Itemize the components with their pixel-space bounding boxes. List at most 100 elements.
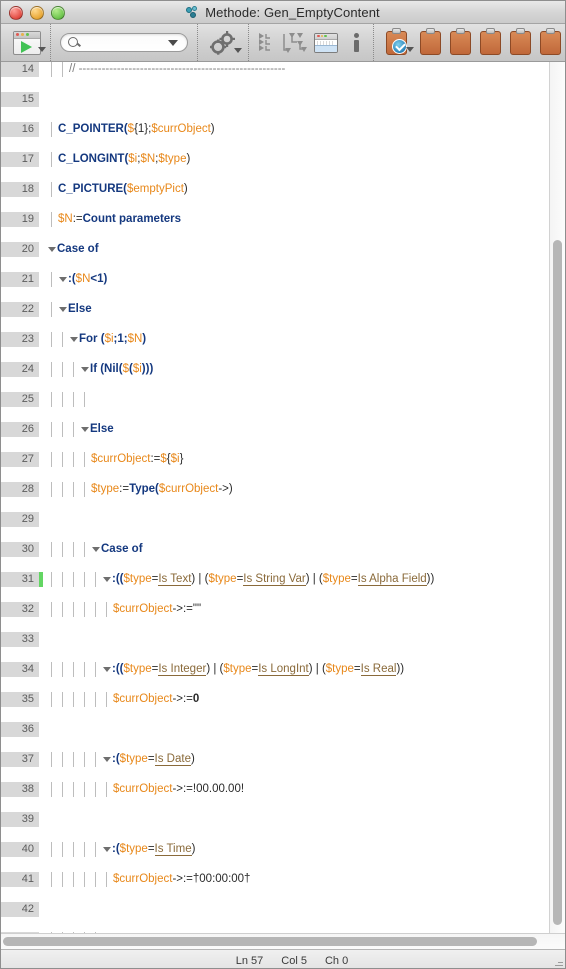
step-trace-button[interactable] [252, 32, 280, 54]
run-method-button[interactable] [7, 30, 47, 55]
code-line[interactable]: 16 C_POINTER(${1};$currObject) [1, 122, 565, 137]
code-line[interactable]: 31:(($type=Is Text) | ($type=Is String V… [1, 572, 565, 587]
code-line[interactable]: 14 // -----------------------------------… [1, 62, 565, 77]
code-line[interactable]: 32 $currObject->:="" [1, 602, 565, 617]
code-token: For ( [79, 333, 105, 345]
code-line[interactable]: 22 Else [1, 302, 565, 317]
code-line[interactable]: 15 [1, 92, 565, 107]
info-button[interactable] [342, 32, 370, 53]
code-line-text: $N:=Count parameters [58, 212, 181, 227]
line-number: 42 [1, 902, 39, 917]
line-change-marker [39, 542, 43, 557]
code-line-text: Case of [91, 542, 143, 557]
code-line-text: :($type=Is Date) [102, 752, 195, 767]
code-line[interactable]: 20 Case of [1, 242, 565, 257]
code-line[interactable]: 18 C_PICTURE($emptyPict) [1, 182, 565, 197]
fold-triangle-down-icon[interactable] [80, 422, 90, 437]
fold-triangle-down-icon[interactable] [102, 572, 112, 587]
indent-guide [73, 602, 74, 617]
code-token: $currObject [91, 453, 151, 465]
code-line[interactable]: 33 [1, 632, 565, 647]
indent-guide [62, 872, 63, 887]
code-line[interactable]: 38 $currObject->:=!00.00.00! [1, 782, 565, 797]
fold-triangle-down-icon[interactable] [80, 362, 90, 377]
code-token: {1}; [134, 123, 152, 135]
chevron-down-icon[interactable] [234, 47, 242, 53]
code-lines-container[interactable]: 14 // -----------------------------------… [1, 62, 565, 933]
form-window-button[interactable] [310, 32, 342, 53]
indent-guide [51, 272, 52, 287]
code-line[interactable]: 25 [1, 392, 565, 407]
code-line[interactable]: 29 [1, 512, 565, 527]
clipboard-4-button[interactable] [505, 27, 535, 55]
chevron-down-icon[interactable] [406, 46, 414, 52]
fold-triangle-down-icon[interactable] [102, 662, 112, 677]
horizontal-scrollbar-thumb[interactable] [3, 937, 537, 946]
code-line[interactable]: 40:($type=Is Time) [1, 842, 565, 857]
code-line[interactable]: 39 [1, 812, 565, 827]
fold-triangle-down-icon[interactable] [47, 242, 57, 257]
fold-triangle-down-icon[interactable] [91, 542, 101, 557]
line-change-marker [39, 122, 43, 137]
vertical-scrollbar-thumb[interactable] [553, 240, 562, 925]
line-number: 22 [1, 302, 39, 317]
clipboard-history-button[interactable] [377, 27, 415, 55]
clipboard-2-button[interactable] [445, 27, 475, 55]
search-field[interactable] [54, 33, 194, 52]
code-token: Type( [129, 483, 159, 495]
line-number: 19 [1, 212, 39, 227]
line-change-marker [39, 572, 43, 587]
fold-triangle-down-icon[interactable] [102, 752, 112, 767]
code-line[interactable]: 27 $currObject:=${$i} [1, 452, 565, 467]
resize-grip[interactable] [550, 957, 563, 968]
code-line-text: :(($type=Is Text) | ($type=Is String Var… [102, 572, 434, 587]
code-line[interactable]: 28 $type:=Type($currObject->) [1, 482, 565, 497]
window-list-icon [314, 32, 338, 53]
code-line[interactable]: 23 For ($i;1;$N) [1, 332, 565, 347]
code-editor[interactable]: 14 // -----------------------------------… [1, 62, 565, 933]
indent-guide [51, 182, 52, 197]
code-token: )) [426, 573, 435, 585]
line-change-marker [39, 422, 43, 437]
fold-triangle-down-icon[interactable] [69, 332, 79, 347]
chevron-down-icon[interactable] [38, 46, 46, 52]
clipboard-1-button[interactable] [415, 27, 445, 55]
clipboard-3-button[interactable] [475, 27, 505, 55]
indent-guide [62, 422, 63, 437]
fold-triangle-down-icon[interactable] [58, 272, 68, 287]
fold-triangle-down-icon[interactable] [58, 302, 68, 317]
indent-guide [73, 752, 74, 767]
line-number: 17 [1, 152, 39, 167]
preferences-button[interactable] [201, 30, 245, 56]
code-line[interactable]: 19 $N:=Count parameters [1, 212, 565, 227]
code-token: $N [58, 213, 73, 225]
vertical-scrollbar[interactable] [549, 62, 565, 933]
fold-triangle-down-icon[interactable] [102, 842, 112, 857]
code-line-text: $currObject->:="" [113, 602, 201, 617]
code-line[interactable]: 30 Case of [1, 542, 565, 557]
code-line[interactable]: 26 Else [1, 422, 565, 437]
code-token: :(( [112, 573, 124, 585]
horizontal-scrollbar[interactable] [1, 933, 565, 949]
line-change-marker [39, 512, 43, 527]
code-line[interactable]: 34:(($type=Is Integer) | ($type=Is LongI… [1, 662, 565, 677]
code-line[interactable]: 21:($N<1) [1, 272, 565, 287]
code-line-text: $currObject->:=†00:00:00† [113, 872, 250, 887]
code-line[interactable]: 42 [1, 902, 565, 917]
indent-guide [106, 692, 107, 707]
code-line[interactable]: 35 $currObject->:=0 [1, 692, 565, 707]
code-line[interactable]: 17 C_LONGINT($i;$N;$type) [1, 152, 565, 167]
chevron-down-icon[interactable] [168, 40, 178, 46]
code-line[interactable]: 24 If (Nil($($i))) [1, 362, 565, 377]
code-line[interactable]: 37:($type=Is Date) [1, 752, 565, 767]
code-token: ) [186, 153, 191, 165]
code-token: ->:=†00:00:00† [172, 873, 251, 885]
flow-chart-button[interactable] [280, 32, 310, 54]
code-token: <1) [90, 273, 108, 285]
code-line[interactable]: 41 $currObject->:=†00:00:00† [1, 872, 565, 887]
code-token: Is Real [360, 663, 397, 676]
code-line[interactable]: 36 [1, 722, 565, 737]
code-line-text: :(($type=Is Integer) | ($type=Is LongInt… [102, 662, 404, 677]
clipboard-5-button[interactable] [535, 27, 565, 55]
line-change-marker [39, 872, 43, 887]
